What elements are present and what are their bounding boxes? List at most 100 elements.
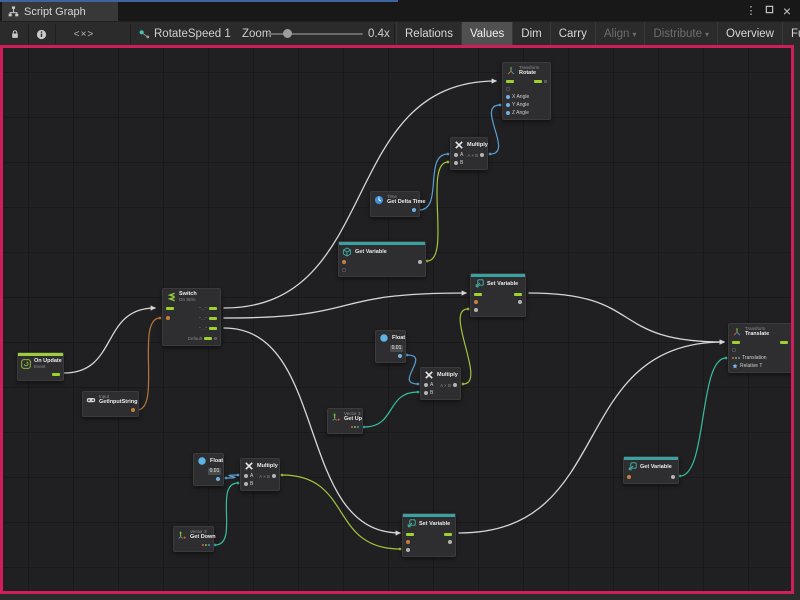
port-gray[interactable] [453, 383, 457, 387]
port-gray[interactable] [518, 300, 522, 304]
axes-icon [506, 66, 516, 76]
port-gray[interactable] [424, 383, 428, 387]
node-port-row [403, 530, 455, 538]
port-gray[interactable] [448, 540, 452, 544]
toolbar-button-overview[interactable]: Overview [717, 22, 782, 46]
node-multiply-mid[interactable]: MultiplyAA × BB [420, 367, 461, 400]
edge-teal-16 [680, 358, 726, 476]
port-flow[interactable] [204, 337, 212, 340]
node-translate[interactable]: TransformTranslateTranslationRelative T [728, 323, 792, 373]
node-multiply-bottom[interactable]: MultiplyAA × BB [240, 458, 280, 491]
port-orange[interactable] [474, 300, 478, 304]
toolbar-button-group: Relations Values Dim CarryAlign▾Distribute▾… [396, 22, 800, 46]
node-port-row [328, 423, 362, 431]
node-port-row [18, 370, 63, 378]
port-blue[interactable] [412, 208, 416, 212]
port-flow[interactable] [514, 293, 522, 296]
graph-canvas[interactable]: On UpdateEvent InputGetInputString SwitchO… [0, 45, 794, 594]
value-field[interactable]: 0.01 [208, 468, 221, 475]
node-multiply-top[interactable]: MultiplyAA × BB [450, 137, 488, 170]
node-get-variable[interactable]: Get Variable [338, 241, 426, 277]
port-flow[interactable] [209, 327, 217, 330]
port-vector3[interactable] [202, 544, 210, 546]
toolbar-button-align[interactable]: Align▾ [595, 22, 645, 46]
maximize-icon[interactable] [760, 5, 778, 17]
code-view-icon[interactable]: <×> [60, 22, 108, 46]
port-flow[interactable] [732, 341, 740, 344]
port-gray[interactable] [454, 153, 458, 157]
node-title: Get Variable [355, 249, 387, 255]
toolbar-button-relations[interactable]: Relations [396, 22, 461, 46]
zoom-slider-handle[interactable] [283, 29, 292, 38]
node-switch-on-string[interactable]: SwitchOn Strin"…""…""…"Default [162, 288, 221, 346]
node-titles: SwitchOn Strin [179, 291, 197, 302]
toolbar-button-carry[interactable]: Carry [550, 22, 595, 46]
toolbar-button-dim[interactable]: Dim [512, 22, 549, 46]
toolbar-button-label: Full Scre [791, 28, 800, 40]
node-set-variable-mid[interactable]: Set Variable [470, 273, 526, 317]
port-orange[interactable] [131, 408, 135, 412]
node-get-delta-time[interactable]: TimeGet Delta Time [370, 191, 420, 217]
port-gray[interactable] [424, 391, 428, 395]
close-icon[interactable]: × [778, 3, 796, 19]
port-label: B [430, 390, 433, 396]
port-orange[interactable] [166, 316, 170, 320]
port-gray[interactable] [272, 474, 276, 478]
node-get-variable-bottom[interactable]: Get Variable [623, 456, 679, 484]
port-orange[interactable] [342, 260, 346, 264]
port-flow[interactable] [52, 373, 60, 376]
zoom-label: Zoom [242, 22, 271, 46]
toolbar-button-label: Relations [405, 28, 453, 40]
toolbar-button-values[interactable]: Values [461, 22, 512, 46]
graph-name-label: RotateSpeed 1 [154, 22, 231, 46]
kebab-menu-icon[interactable]: ⋮ [742, 4, 760, 17]
port-flow[interactable] [166, 307, 174, 310]
port-gray[interactable] [671, 475, 675, 479]
toolbar-button-full-scre[interactable]: Full Scre [782, 22, 800, 46]
node-vector3-get-down[interactable]: Vector 3Get Down [173, 526, 214, 552]
node-rotate[interactable]: TransformRotateX AngleY AngleZ Angle [502, 62, 551, 120]
info-icon[interactable] [29, 22, 53, 46]
node-set-variable-bottom[interactable]: Set Variable [402, 513, 456, 557]
port-flow[interactable] [534, 80, 542, 83]
node-float-bottom[interactable]: Float 0.01 [193, 453, 224, 486]
lock-icon[interactable] [4, 22, 26, 46]
node-title: Get Delta Time [387, 199, 425, 205]
port-label: Relative T [740, 363, 762, 369]
port-gray[interactable] [480, 153, 484, 157]
port-orange[interactable] [627, 475, 631, 479]
node-port-row: "…" [163, 313, 220, 323]
node-float-mid[interactable]: Float0.01 [375, 330, 406, 363]
port-blue[interactable] [506, 111, 510, 115]
port-flow[interactable] [506, 80, 514, 83]
value-field[interactable]: 0.01 [390, 345, 403, 352]
port-flow[interactable] [209, 307, 217, 310]
port-blue[interactable] [398, 354, 402, 358]
port-gray[interactable] [474, 308, 478, 312]
toolbar-button-label: Dim [521, 28, 541, 40]
node-title: Set Variable [487, 281, 518, 287]
port-blue[interactable] [506, 95, 510, 99]
port-blue[interactable] [216, 477, 220, 481]
node-titles: Float [210, 458, 223, 464]
port-gray[interactable] [244, 474, 248, 478]
port-orange[interactable] [406, 540, 410, 544]
node-on-update-event[interactable]: On UpdateEvent [17, 352, 64, 381]
port-blue[interactable] [506, 103, 510, 107]
port-gray[interactable] [454, 161, 458, 165]
node-get-input-string[interactable]: InputGetInputString [82, 391, 139, 417]
toolbar-button-distribute[interactable]: Distribute▾ [644, 22, 717, 46]
port-flow[interactable] [406, 533, 414, 536]
node-vector3-get-up[interactable]: Vector 3Get Up [327, 408, 363, 434]
port-flow[interactable] [474, 293, 482, 296]
port-vector3[interactable] [732, 357, 740, 359]
node-port-row [339, 258, 425, 266]
port-flow[interactable] [209, 317, 217, 320]
tab-script-graph[interactable]: Script Graph [2, 2, 118, 21]
port-flow[interactable] [780, 341, 788, 344]
port-gray[interactable] [406, 548, 410, 552]
port-vector3[interactable] [351, 426, 359, 428]
port-gray[interactable] [418, 260, 422, 264]
port-flow[interactable] [444, 533, 452, 536]
port-gray[interactable] [244, 482, 248, 486]
